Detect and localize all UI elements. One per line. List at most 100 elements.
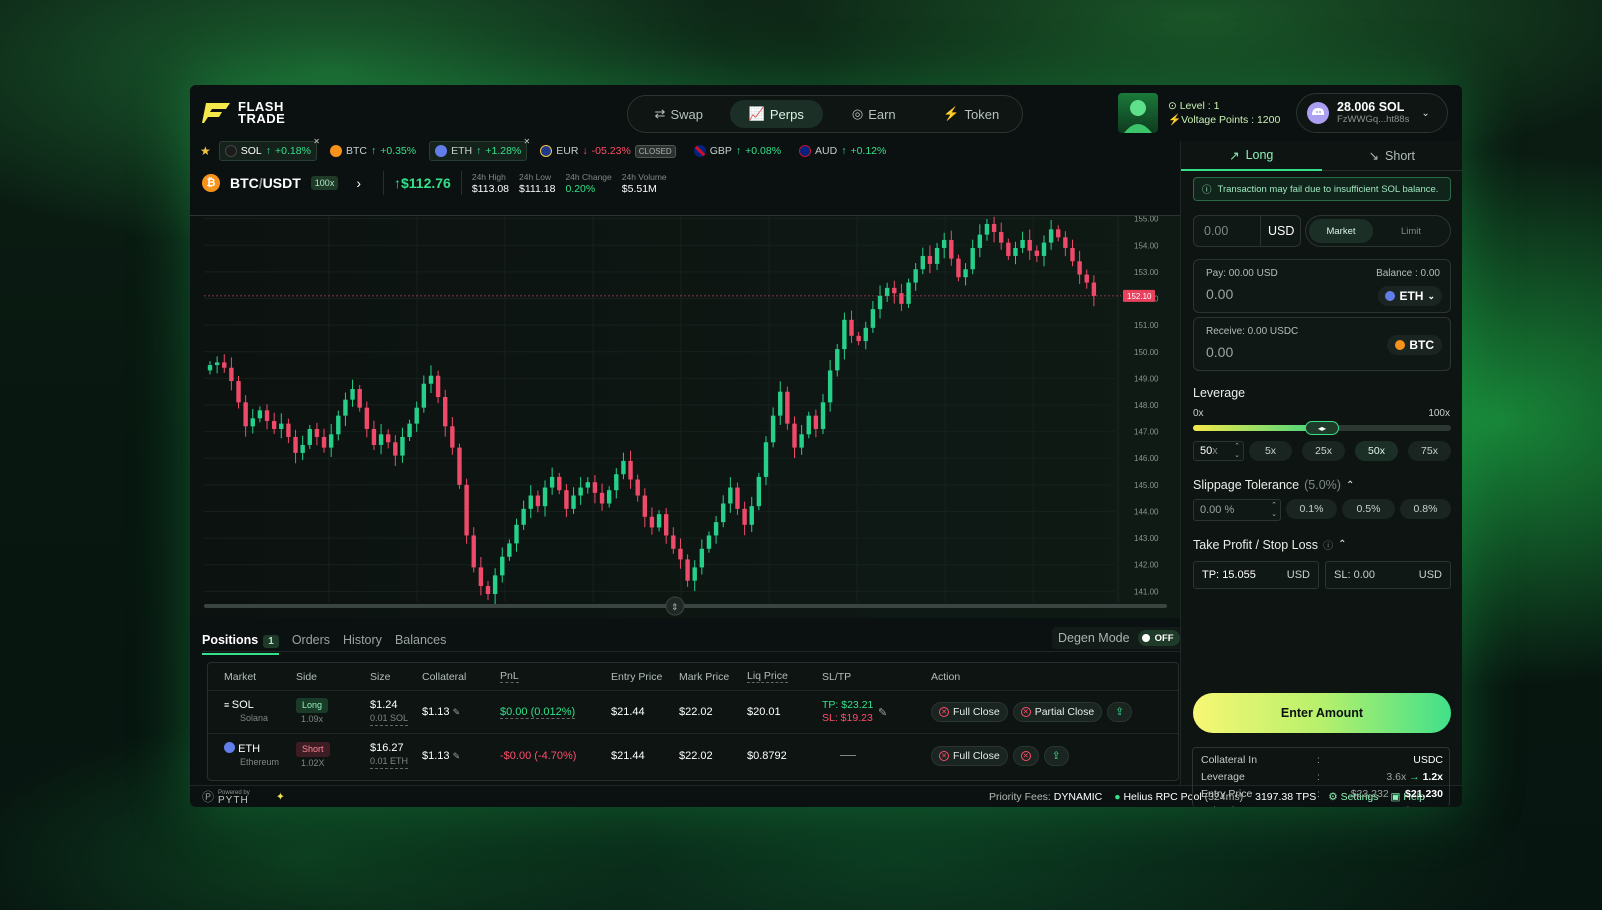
tp-input-value: TP: 15.055 [1202,569,1256,581]
user-level: ⊙ Level : 1 ⚡Voltage Points : 1200 [1168,99,1280,127]
candlestick-chart[interactable]: 155.00154.00153.00152.00151.00150.00149.… [190,216,1180,618]
pay-input[interactable]: 0.00 [1206,286,1233,302]
candle-body [478,567,484,587]
logo[interactable]: FLASH TRADE [202,100,285,125]
collateral-value: $1.13 [422,706,450,718]
edit-icon[interactable]: ✎ [878,706,887,719]
stepper-icon[interactable]: ⌃ ⌄ [1234,442,1240,460]
enter-amount-button[interactable]: Enter Amount [1193,693,1451,733]
summary-label: Collateral In [1201,754,1258,766]
size-value: $16.27 [370,742,404,754]
market-symbol: SOL [231,699,254,711]
order-limit-button[interactable]: Limit [1379,219,1443,243]
nav-perps[interactable]: 📈 Perps [729,100,823,128]
close-icon[interactable]: ✕ [313,137,320,146]
nav-earn[interactable]: ◎ Earn [827,100,921,128]
order-market-button[interactable]: Market [1309,219,1373,243]
pay-token-select[interactable]: ETH ⌄ [1378,286,1442,306]
tab-orders[interactable]: Orders [292,633,330,647]
candle-body [314,428,320,437]
candle-body [578,487,583,496]
ticker-eur[interactable]: EUR ↓ -05.23% CLOSED [535,141,680,161]
leverage-input[interactable]: 50x ⌃ ⌄ [1193,441,1244,461]
ticker-gbp[interactable]: GBP ↑ +0.08% [689,141,786,161]
candle-body [500,556,505,576]
tab-short[interactable]: ↘ Short [1321,141,1462,171]
share-button[interactable]: ⇪ [1107,702,1133,722]
leverage-input-value: 50x [1200,445,1218,457]
sl-input[interactable]: SL: 0.00 USD [1325,561,1451,589]
close-icon[interactable]: ✕ [524,137,531,146]
share-button[interactable]: ⇪ [1043,745,1069,766]
edit-icon[interactable]: ✎ [453,751,461,761]
nav-token[interactable]: ⚡ Token [925,100,1019,128]
price-chart[interactable]: 155.00154.00153.00152.00151.00150.00149.… [190,215,1180,618]
candle-body [507,543,512,557]
arrow-right-icon: → [1388,788,1406,800]
leverage-preset-25x[interactable]: 25x [1302,441,1345,461]
size-cell: $1.24 0.01 SOL [370,698,409,726]
sparkle-icon[interactable]: ✦ [276,791,285,803]
leverage-preset-5x[interactable]: 5x [1249,441,1292,461]
nav-swap[interactable]: ⇄ Swap [632,100,726,128]
y-tick-label: 151.00 [1134,321,1159,330]
summary-value: 3.6x → 1.2x [1386,771,1443,783]
slippage-preset[interactable]: 0.1% [1286,499,1337,519]
tpsl-title[interactable]: Take Profit / Stop Loss ⓘ ⌃ [1193,537,1346,553]
candle-body [756,476,762,507]
table-row[interactable]: ETH Ethereum Short 1.02X $16.27 0.01 ETH… [208,734,1178,777]
side-badge: Long [296,698,329,713]
entry-price: $21.44 [611,749,645,762]
chevron-right-icon[interactable]: › [356,175,361,191]
amount-input-box[interactable]: 0.00 USD [1193,215,1301,247]
candle-body [343,399,348,416]
slippage-input[interactable]: 0.00 % ⌃ ⌄ [1193,499,1281,521]
sltp-empty-dash [840,755,856,756]
size-value: $1.24 [370,698,398,711]
candle-body [742,508,747,525]
stepper-icon[interactable]: ⌃ ⌄ [1271,501,1277,519]
tab-balances[interactable]: Balances [395,633,446,647]
leverage-slider-handle[interactable]: ◂▸ [1305,421,1339,435]
partial-close-button[interactable]: ✕ Partial Close [1012,702,1103,722]
candle-body [557,476,562,491]
tab-long[interactable]: ↗ Long [1181,141,1322,171]
leverage-slider-track[interactable]: ◂▸ [1193,421,1451,435]
receive-token-select[interactable]: BTC [1387,335,1442,355]
ticker-eth[interactable]: ETH ↑ +1.28% ✕ [429,137,530,161]
slippage-preset[interactable]: 0.8% [1400,499,1451,519]
wallet-button[interactable]: 28.006 SOL FzWWGq...ht88s ⌄ [1296,93,1448,133]
receive-input[interactable]: 0.00 [1206,344,1233,360]
edit-icon[interactable]: ✎ [453,707,461,717]
degen-toggle[interactable]: OFF [1137,630,1180,646]
y-tick-label: 149.00 [1134,374,1159,383]
ticker-btc[interactable]: BTC ↑ +0.35% [325,141,421,161]
tp-input[interactable]: TP: 15.055 USD [1193,561,1319,589]
candle-body [806,415,811,435]
leverage-preset-50x[interactable]: 50x [1355,441,1398,461]
avatar[interactable] [1118,93,1158,133]
tab-history[interactable]: History [343,633,382,647]
priority-fees[interactable]: Priority Fees: DYNAMIC [989,791,1102,803]
slippage-preset[interactable]: 0.5% [1342,499,1395,519]
pyth-logo[interactable]: Ⓟ Powered by PYTH [202,788,250,806]
slippage-title[interactable]: Slippage Tolerance (5.0%) ⌃ [1193,478,1354,492]
divider [1260,216,1261,246]
table-row[interactable]: ≡ SOL Solana Long 1.09x $1.24 0.01 SOL $… [208,691,1178,734]
full-close-button[interactable]: ✕ Full Close [931,745,1008,766]
tp-label: TP: [1202,569,1220,581]
header: FLASH TRADE ⇄ Swap 📈 Perps ◎ Earn ⚡ Token [190,85,1462,141]
leverage-preset-75x[interactable]: 75x [1408,441,1451,461]
star-icon[interactable]: ★ [200,144,211,158]
ticker-sol[interactable]: SOL ↑ +0.18% ✕ [218,137,320,161]
share-icon: ⇪ [1051,749,1061,762]
amount-placeholder[interactable]: 0.00 [1204,224,1228,238]
market-pair[interactable]: BTC/USDT [230,175,301,191]
full-close-button[interactable]: ✕ Full Close [931,702,1008,722]
tp-number: 15.055 [1222,569,1256,581]
partial-close-button[interactable]: ✕ [1012,745,1039,766]
ticker-aud[interactable]: AUD ↑ +0.12% [794,141,891,161]
candle-body [685,559,690,581]
collateral-cell: $1.13 ✎ [422,706,460,718]
candle-body [514,524,519,544]
